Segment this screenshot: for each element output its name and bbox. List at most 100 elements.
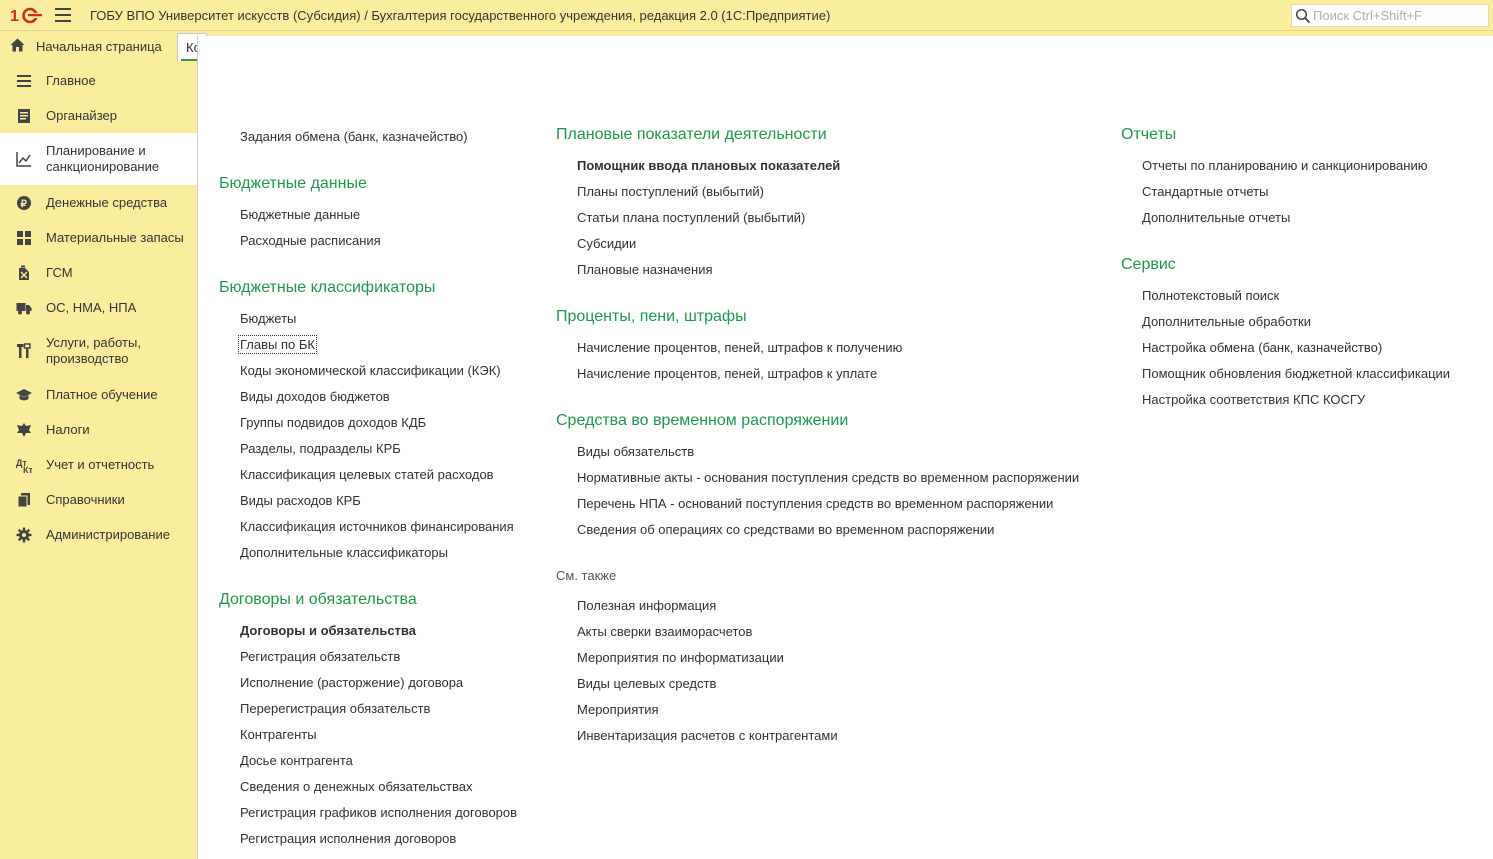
sidebar-item-inventory[interactable]: Материальные запасы [0,220,197,255]
link-planned-assignments[interactable]: Плановые назначения [577,262,713,277]
link-normative-acts[interactable]: Нормативные акты - основания поступления… [577,470,1079,485]
link-additional-classifiers[interactable]: Дополнительные классификаторы [240,545,448,560]
debit-credit-icon: Дт Кт [16,458,32,473]
1c-logo[interactable]: 1 [10,6,44,25]
link-contracts[interactable]: Договоры и обязательства [240,623,416,638]
books-icon [17,493,30,508]
link-obligations-reregistration[interactable]: Перерегистрация обязательств [240,701,430,716]
link-standard-reports[interactable]: Стандартные отчеты [1142,184,1268,199]
link-kdb-groups[interactable]: Группы подвидов доходов КДБ [240,415,426,430]
sidebar-item-fuel[interactable]: ГСМ [0,255,197,290]
link-obligations-registration[interactable]: Регистрация обязательств [240,649,400,664]
search-icon [1295,8,1311,24]
link-execution-registration[interactable]: Регистрация исполнения договоров [240,831,456,846]
sidebar-item-label: Учет и отчетность [46,457,155,472]
link-events[interactable]: Мероприятия [577,702,659,717]
tab-home[interactable]: Начальная страница [0,31,176,63]
link-chapters-bk[interactable]: Главы по БК [238,335,317,354]
sidebar: Главное Органайзер Планирование и санкци… [0,63,197,859]
link-subsidies[interactable]: Субсидии [577,236,636,251]
link-krb-expense-types[interactable]: Виды расходов КРБ [240,493,361,508]
sidebar-item-organizer[interactable]: Органайзер [0,98,197,133]
title-bar: 1 ГОБУ ВПО Университет искусств (Субсиди… [0,0,1493,31]
section-title-contracts: Договоры и обязательства [219,591,417,608]
link-kps-kosgu[interactable]: Настройка соответствия КПС КОСГУ [1142,392,1365,407]
sidebar-item-label: Услуги, работы, производство [46,335,141,366]
grid-blocks-icon [17,231,31,245]
sidebar-item-accounting[interactable]: Дт Кт Учет и отчетность [0,447,197,482]
hamburger-list-icon [17,75,31,87]
gear-icon [16,527,32,543]
link-budget-data[interactable]: Бюджетные данные [240,207,360,222]
sidebar-item-label: Налоги [46,422,90,437]
search-input[interactable] [1313,7,1483,24]
fuel-can-icon [19,265,29,280]
sidebar-item-taxes[interactable]: Налоги [0,412,197,447]
sidebar-item-label: ГСМ [46,265,73,280]
main-menu-icon[interactable] [55,8,71,22]
link-reconciliation-acts[interactable]: Акты сверки взаиморасчетов [577,624,752,639]
sidebar-item-label: Справочники [46,492,125,507]
sidebar-item-services[interactable]: Услуги, работы, производство [0,325,197,377]
sidebar-item-education[interactable]: Платное обучение [0,377,197,412]
link-planning-reports[interactable]: Отчеты по планированию и санкционировани… [1142,158,1427,173]
section-panel: Задания обмена (банк, казначейство) Бюдж… [197,36,1493,859]
notepad-icon [18,109,30,123]
link-additional-processing[interactable]: Дополнительные обработки [1142,314,1311,329]
link-monetary-obligations[interactable]: Сведения о денежных обязательствах [240,779,473,794]
section-title-planned: Плановые показатели деятельности [556,126,827,143]
link-funding-sources[interactable]: Классификация источников финансирования [240,519,514,534]
search-box[interactable] [1291,4,1489,27]
link-contract-execution[interactable]: Исполнение (расторжение) договора [240,675,463,690]
link-classification-update[interactable]: Помощник обновления бюджетной классифика… [1142,366,1450,381]
graduation-cap-icon [16,389,32,401]
link-informatization[interactable]: Мероприятия по информатизации [577,650,784,665]
link-budgets[interactable]: Бюджеты [240,311,296,326]
link-additional-reports[interactable]: Дополнительные отчеты [1142,210,1290,225]
tab-home-label: Начальная страница [36,39,162,54]
sidebar-item-admin[interactable]: Администрирование [0,517,197,552]
sidebar-item-planning[interactable]: Планирование и санкционирование [0,133,197,185]
link-plan-articles[interactable]: Статьи плана поступлений (выбытий) [577,210,805,225]
link-krb-sections[interactable]: Разделы, подразделы КРБ [240,441,401,456]
link-target-funds[interactable]: Виды целевых средств [577,676,716,691]
sidebar-item-label: Администрирование [46,527,170,542]
link-obligation-types[interactable]: Виды обязательств [577,444,694,459]
link-counterparty-dossier[interactable]: Досье контрагента [240,753,353,768]
sidebar-item-label: Материальные запасы [46,230,184,245]
sidebar-item-assets[interactable]: ОС, НМА, НПА [0,290,197,325]
sidebar-item-main[interactable]: Главное [0,63,197,98]
link-receipt-plans[interactable]: Планы поступлений (выбытий) [577,184,764,199]
link-exchange-tasks[interactable]: Задания обмена (банк, казначейство) [240,129,468,144]
window-title: ГОБУ ВПО Университет искусств (Субсидия)… [90,8,831,23]
section-title-classifiers: Бюджетные классификаторы [219,279,436,296]
link-counterparties[interactable]: Контрагенты [240,727,317,742]
link-fulltext-search[interactable]: Полнотекстовый поиск [1142,288,1279,303]
section-title-reports: Отчеты [1121,126,1177,143]
sidebar-item-label: Главное [46,73,96,88]
link-useful-info[interactable]: Полезная информация [577,598,716,613]
link-planned-assistant[interactable]: Помощник ввода плановых показателей [577,158,840,173]
link-expense-schedules[interactable]: Расходные расписания [240,233,381,248]
link-temporary-operations[interactable]: Сведения об операциях со средствами во в… [577,522,994,537]
link-penalties-payable[interactable]: Начисление процентов, пеней, штрафов к у… [577,366,877,381]
link-target-articles[interactable]: Классификация целевых статей расходов [240,467,494,482]
tools-icon [17,343,31,358]
svg-text:Кт: Кт [23,465,32,473]
link-exchange-settings[interactable]: Настройка обмена (банк, казначейство) [1142,340,1382,355]
truck-icon [16,303,32,315]
svg-text:₽: ₽ [21,199,28,210]
sidebar-item-cash[interactable]: ₽ Денежные средства [0,185,197,220]
link-kek-codes[interactable]: Коды экономической классификации (КЭК) [240,363,501,378]
link-income-types[interactable]: Виды доходов бюджетов [240,389,390,404]
ruble-coin-icon: ₽ [17,196,31,210]
section-title-see-also: См. также [556,568,617,583]
sidebar-item-label: Платное обучение [46,387,158,402]
section-title-temporary: Средства во временном распоряжении [556,412,849,429]
link-penalties-receivable[interactable]: Начисление процентов, пеней, штрафов к п… [577,340,902,355]
home-icon [10,38,25,52]
link-settlements-inventory[interactable]: Инвентаризация расчетов с контрагентами [577,728,838,743]
link-schedule-registration[interactable]: Регистрация графиков исполнения договоро… [240,805,517,820]
link-npa-list[interactable]: Перечень НПА - оснований поступления сре… [577,496,1053,511]
sidebar-item-references[interactable]: Справочники [0,482,197,517]
